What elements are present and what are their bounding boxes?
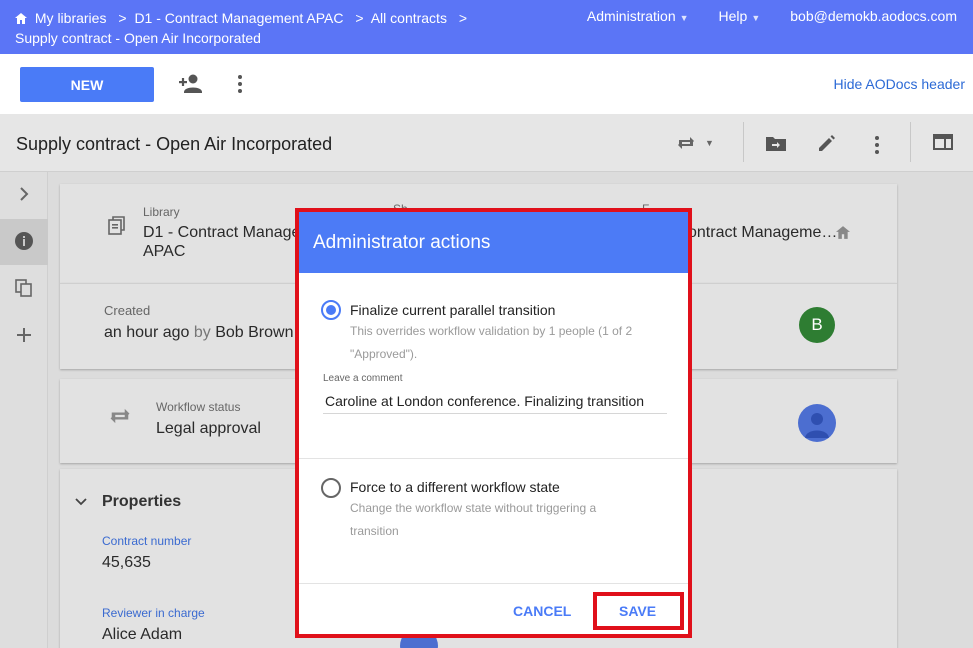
comment-label: Leave a comment [323,373,403,384]
library-label: Library [143,205,180,219]
force-state-label[interactable]: Force to a different workflow state [350,479,560,495]
plus-icon [17,328,31,342]
action-bar: NEW Hide AODocs header [0,54,973,114]
chevron-right-icon [20,187,29,201]
breadcrumb-my-libraries[interactable]: My libraries [35,10,107,26]
move-to-folder-icon[interactable] [765,132,787,154]
description-line: Change the workflow state without trigge… [350,501,597,515]
add-panel-button[interactable] [0,313,48,359]
chevron-down-icon: ▼ [679,13,689,23]
properties-title: Properties [102,493,182,510]
breadcrumb-current-doc: Supply contract - Open Air Incorporated [15,30,261,46]
home-icon [15,10,31,26]
administrator-actions-dialog: Administrator actions Finalize current p… [299,212,688,634]
chevron-down-icon[interactable]: ▼ [705,138,714,148]
document-title: Supply contract - Open Air Incorporated [16,134,333,154]
library-value-cont: APAC [143,243,186,260]
expand-panel-button[interactable] [0,172,48,218]
document-header: Supply contract - Open Air Incorporated … [0,114,973,172]
home-icon [836,226,850,244]
breadcrumb-separator: > [355,10,364,26]
description-line: This overrides workflow validation by 1 … [350,324,633,338]
more-options-icon[interactable] [873,134,881,157]
contract-number-value: 45,635 [102,554,151,571]
chevron-down-icon[interactable] [74,495,88,512]
save-button[interactable]: SAVE [619,603,656,619]
reviewer-label: Reviewer in charge [102,606,205,620]
breadcrumb-library[interactable]: D1 - Contract Management APAC [134,10,343,26]
breadcrumb-all-contracts[interactable]: All contracts [371,10,447,26]
breadcrumb-separator: > [458,10,468,26]
user-account-menu[interactable]: bob@demokb.aodocs.com [790,8,957,24]
workflow-icon[interactable] [675,132,697,154]
info-icon [15,232,33,250]
finalize-transition-label[interactable]: Finalize current parallel transition [350,302,555,318]
divider [743,122,744,162]
divider [299,458,688,459]
new-button[interactable]: NEW [20,67,154,102]
library-value[interactable]: D1 - Contract Manage [143,224,300,242]
created-value: an hour ago by Bob Brown [104,324,293,342]
workflow-status-icon [107,403,133,434]
created-by-label: by [193,324,211,341]
dialog-title: Administrator actions [299,212,688,273]
info-tab[interactable] [0,219,48,265]
comment-input[interactable] [323,388,667,414]
avatar [798,404,836,442]
copies-tab[interactable] [0,266,48,312]
breadcrumb: My libraries > D1 - Contract Management … [15,8,471,48]
more-options-icon[interactable] [236,73,244,97]
created-user: Bob Brown [215,324,294,341]
copy-icon [15,279,32,297]
avatar: B [799,307,835,343]
chevron-down-icon: ▼ [751,13,761,23]
administration-menu[interactable]: Administration ▼ [587,8,689,24]
description-line: "Approved"). [350,347,418,361]
divider [299,583,688,584]
finalize-transition-description: This overrides workflow validation by 1 … [350,320,632,366]
created-time: an hour ago [104,324,190,341]
top-bar: My libraries > D1 - Contract Management … [0,0,973,54]
force-state-description: Change the workflow state without trigge… [350,497,596,543]
layout-icon[interactable] [933,132,955,154]
workflow-status-label: Workflow status [156,400,241,414]
help-menu[interactable]: Help ▼ [719,8,761,24]
finalize-transition-radio[interactable] [321,300,341,320]
description-line: transition [350,524,399,538]
cancel-button[interactable]: CANCEL [513,603,571,619]
breadcrumb-separator: > [118,10,127,26]
library-icon [106,214,128,241]
hide-header-link[interactable]: Hide AODocs header [833,76,965,92]
divider [910,122,911,162]
workflow-status-value: Legal approval [156,420,261,437]
folder-value[interactable]: ontract Manageme… [688,224,837,242]
edit-icon[interactable] [816,132,838,154]
left-rail [0,172,48,648]
contract-number-label: Contract number [102,534,192,548]
help-label: Help [718,8,748,24]
administration-label: Administration [586,8,676,24]
force-state-radio[interactable] [321,478,341,498]
reviewer-value: Alice Adam [102,626,183,643]
add-person-icon[interactable] [178,71,204,97]
created-label: Created [104,303,151,318]
